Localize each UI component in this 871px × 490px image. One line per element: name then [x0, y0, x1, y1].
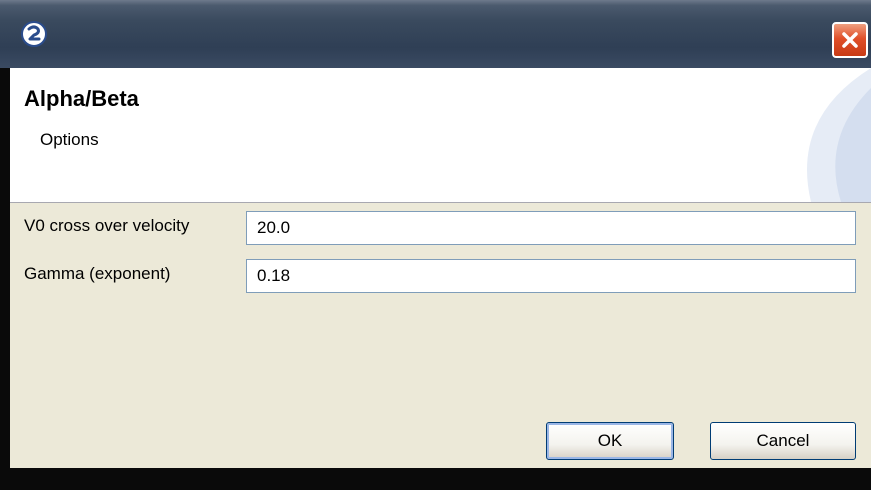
- title-bar[interactable]: [0, 0, 871, 68]
- close-button[interactable]: [832, 22, 868, 58]
- window-bottom-border: [0, 468, 871, 490]
- eclipse-app-icon: [20, 20, 48, 48]
- dialog-window: Alpha/Beta Options V0 cross over velocit…: [0, 0, 871, 490]
- dialog-content: V0 cross over velocity 20.0 Gamma (expon…: [10, 203, 871, 468]
- window-left-border: [0, 68, 10, 490]
- v0-velocity-input[interactable]: 20.0: [246, 211, 856, 245]
- dialog-subtitle: Options: [40, 130, 99, 149]
- v0-velocity-label: V0 cross over velocity: [24, 216, 190, 235]
- gamma-exponent-input[interactable]: 0.18: [246, 259, 856, 293]
- gamma-exponent-label: Gamma (exponent): [24, 264, 171, 283]
- header-decoration: [807, 68, 871, 202]
- dialog-title: Alpha/Beta: [24, 86, 139, 111]
- dialog-header: Alpha/Beta Options: [10, 68, 871, 203]
- cancel-button[interactable]: Cancel: [710, 422, 856, 460]
- ok-button[interactable]: OK: [546, 422, 674, 460]
- close-icon: [842, 32, 858, 48]
